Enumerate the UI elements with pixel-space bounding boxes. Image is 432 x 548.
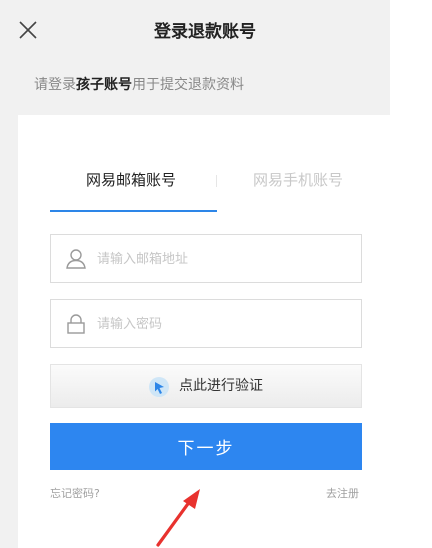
verify-label: 点此进行验证 <box>179 378 263 394</box>
tab-divider <box>216 175 217 187</box>
tab-email-account[interactable]: 网易邮箱账号 <box>86 170 176 190</box>
notice-prefix: 请登录 <box>34 77 76 93</box>
register-link[interactable]: 去注册 <box>326 487 359 501</box>
login-refund-page: 登录退款账号 请登录孩子账号用于提交退款资料 网易邮箱账号 网易手机账号 点此进… <box>0 0 432 548</box>
notice-text: 请登录孩子账号用于提交退款资料 <box>34 76 244 94</box>
captcha-verify-button[interactable]: 点此进行验证 <box>50 364 362 408</box>
user-icon <box>66 249 86 269</box>
email-input[interactable] <box>97 245 347 273</box>
close-icon[interactable] <box>18 20 38 40</box>
annotation-arrow-icon <box>156 489 200 547</box>
left-gutter <box>0 55 18 548</box>
notice-bar: 请登录孩子账号用于提交退款资料 <box>0 55 390 115</box>
forgot-password-link[interactable]: 忘记密码? <box>50 487 100 501</box>
top-bar: 登录退款账号 <box>0 0 390 55</box>
password-input[interactable] <box>97 310 347 338</box>
page-title: 登录退款账号 <box>154 22 256 42</box>
captcha-icon <box>149 377 169 397</box>
password-field[interactable] <box>50 299 362 348</box>
lock-icon <box>67 314 85 334</box>
email-field[interactable] <box>50 234 362 283</box>
notice-highlight: 孩子账号 <box>76 77 132 93</box>
next-step-button[interactable]: 下一步 <box>50 423 362 470</box>
notice-suffix: 用于提交退款资料 <box>132 77 244 93</box>
tab-phone-account[interactable]: 网易手机账号 <box>253 170 343 190</box>
right-gutter <box>390 0 432 548</box>
active-tab-indicator <box>50 210 217 212</box>
